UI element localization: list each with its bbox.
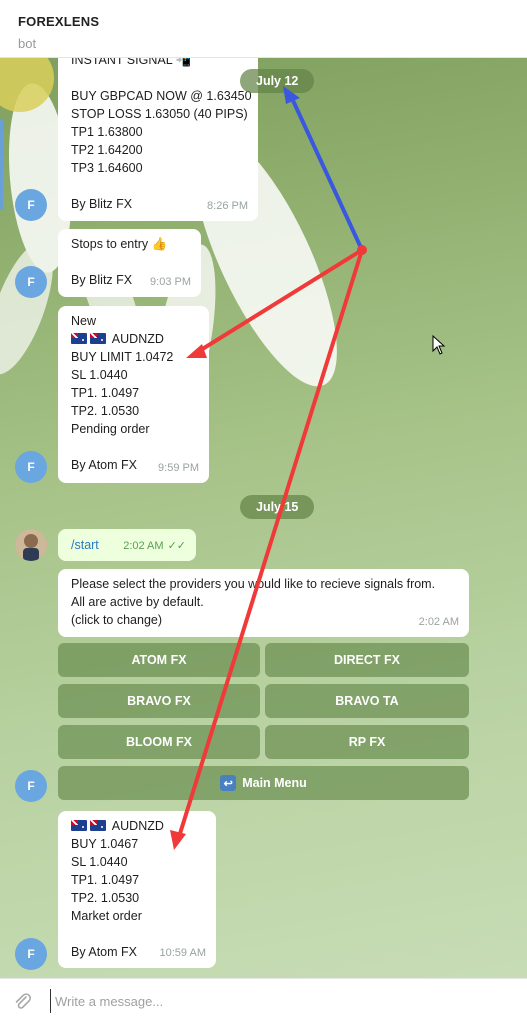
chat-title: FOREXLENS (18, 14, 100, 29)
paperclip-icon[interactable] (12, 991, 32, 1011)
date-badge: July 12 (240, 69, 315, 93)
message-line (71, 438, 197, 456)
message-line (71, 177, 246, 195)
message-time: 8:26 PM (207, 200, 248, 212)
message-line: Stops to entry 👍 (71, 237, 168, 251)
unread-indicator (0, 120, 3, 210)
message-time: 2:02 AM (418, 616, 459, 628)
message-line: TP2 1.64200 (71, 143, 143, 157)
message-line: SL 1.0440 (71, 855, 128, 869)
date-badge: July 15 (240, 495, 315, 519)
message-line: Market order (71, 909, 142, 923)
message-text: AUDNZD (111, 819, 164, 833)
atom-fx-button[interactable]: ATOM FX (58, 643, 260, 677)
message-bubble[interactable]: /start 2:02 AM ✓✓ (58, 529, 196, 561)
rp-fx-button[interactable]: RP FX (265, 725, 469, 759)
message-line: TP1. 1.0497 (71, 873, 140, 887)
message-line: Please select the providers you would li… (71, 577, 436, 591)
message-line: BUY 1.0467 (71, 837, 139, 851)
message-bubble[interactable]: AUDNZD BUY 1.0467 SL 1.0440 TP1. 1.0497 … (58, 811, 216, 968)
message-line: STOP LOSS 1.63050 (40 PIPS) (71, 107, 248, 121)
message-bubble[interactable]: Stops to entry 👍 By Blitz FX 9:03 PM (58, 229, 201, 297)
message-bubble[interactable]: New AUDNZD BUY LIMIT 1.0472 SL 1.0440 TP… (58, 306, 209, 483)
double-check-icon: ✓✓ (167, 540, 186, 552)
bravo-fx-button[interactable]: BRAVO FX (58, 684, 260, 718)
message-line: TP1. 1.0497 (71, 386, 140, 400)
message-bubble[interactable]: INSTANT SIGNAL 📲 BUY GBPCAD NOW @ 1.6345… (58, 45, 258, 221)
message-line (71, 925, 204, 943)
bot-avatar[interactable]: F (15, 770, 47, 802)
message-line: New (71, 314, 97, 328)
message-line: Pending order (71, 422, 150, 436)
message-line (71, 253, 189, 271)
message-line: BUY GBPCAD NOW @ 1.63450 (71, 89, 252, 103)
user-avatar[interactable] (15, 529, 47, 561)
message-composer[interactable] (0, 978, 527, 1022)
bloom-fx-button[interactable]: BLOOM FX (58, 725, 260, 759)
message-time: 10:59 AM (159, 947, 206, 959)
message-text: AUDNZD (111, 332, 164, 346)
chat-header[interactable]: FOREXLENS bot (0, 0, 527, 58)
user-photo-icon (15, 529, 47, 561)
message-time: 9:03 PM (150, 276, 191, 288)
bravo-ta-button[interactable]: BRAVO TA (265, 684, 469, 718)
bot-avatar[interactable]: F (15, 266, 47, 298)
bot-avatar[interactable]: F (15, 189, 47, 221)
message-line: TP3 1.64600 (71, 161, 143, 175)
message-bubble[interactable]: Please select the providers you would li… (58, 569, 469, 637)
command-text[interactable]: /start (71, 538, 99, 552)
main-menu-button[interactable]: ↩ Main Menu (58, 766, 469, 800)
message-input[interactable] (50, 989, 510, 1013)
message-line: TP2. 1.0530 (71, 891, 140, 905)
return-arrow-icon: ↩ (220, 775, 237, 791)
message-time: 2:02 AM (123, 540, 164, 552)
message-line: SL 1.0440 (71, 368, 128, 382)
message-line: All are active by default. (71, 595, 204, 609)
direct-fx-button[interactable]: DIRECT FX (265, 643, 469, 677)
message-line: TP2. 1.0530 (71, 404, 140, 418)
new-zealand-flag-icon (90, 820, 106, 831)
new-zealand-flag-icon (90, 333, 106, 344)
main-menu-label: Main Menu (242, 776, 307, 790)
message-line (71, 69, 246, 87)
australia-flag-icon (71, 333, 87, 344)
chat-subtitle: bot (18, 36, 37, 51)
message-line: BUY LIMIT 1.0472 (71, 350, 174, 364)
australia-flag-icon (71, 820, 87, 831)
bot-avatar[interactable]: F (15, 938, 47, 970)
message-line: TP1 1.63800 (71, 125, 143, 139)
mouse-cursor-icon (432, 335, 446, 355)
message-line: (click to change) (71, 613, 163, 627)
message-time: 9:59 PM (158, 462, 199, 474)
bot-avatar[interactable]: F (15, 451, 47, 483)
